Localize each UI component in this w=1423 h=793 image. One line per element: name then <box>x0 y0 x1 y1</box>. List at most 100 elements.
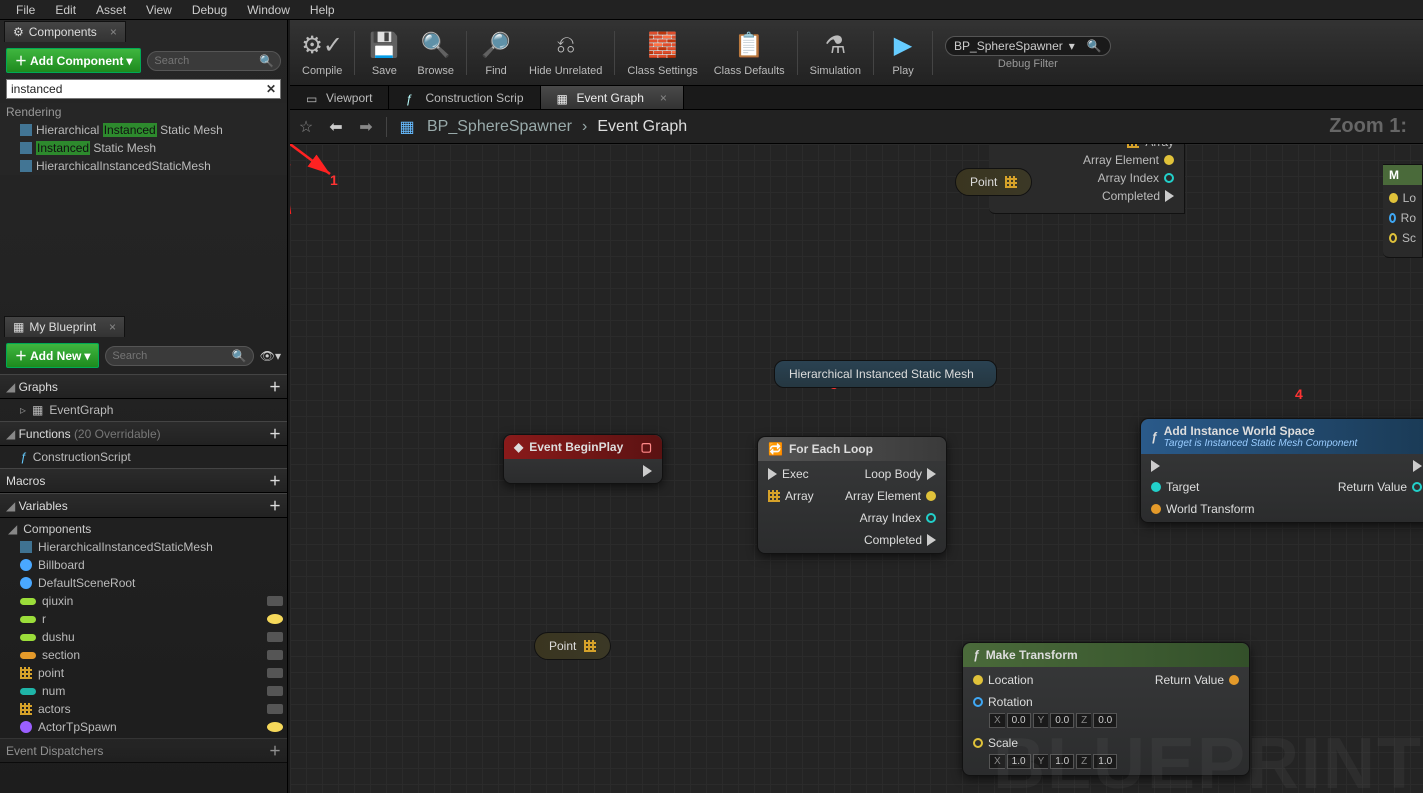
myblueprint-search-input[interactable] <box>112 350 231 362</box>
var-billboard[interactable]: Billboard <box>0 556 287 574</box>
graph-icon: ▦ <box>397 117 417 137</box>
plus-icon[interactable]: ＋ <box>269 497 281 514</box>
array-icon <box>20 703 32 715</box>
node-hism-ref[interactable]: Hierarchical Instanced Static Mesh <box>774 360 997 388</box>
find-icon: 🔎 <box>479 28 513 62</box>
play-button[interactable]: ▶Play <box>878 24 928 81</box>
graphs-section[interactable]: ◢ Graphs ＋ <box>0 374 287 399</box>
class-defaults-button[interactable]: 📋Class Defaults <box>706 24 793 81</box>
component-filter-input[interactable] <box>11 82 266 96</box>
menu-asset[interactable]: Asset <box>86 0 136 19</box>
tab-eventgraph[interactable]: ▦Event Graph× <box>541 86 684 109</box>
var-point[interactable]: point <box>0 664 287 682</box>
menu-bar[interactable]: File Edit Asset View Debug Window Help <box>0 0 1423 20</box>
hide-unrelated-button[interactable]: ⎌Hide Unrelated <box>521 24 610 81</box>
menu-edit[interactable]: Edit <box>45 0 86 19</box>
tree-eventgraph[interactable]: ▹▦EventGraph <box>0 401 287 419</box>
close-icon[interactable]: × <box>110 25 117 39</box>
toolbar: ⚙✓Compile 💾Save 🔍Browse 🔎Find ⎌Hide Unre… <box>290 20 1423 86</box>
search-icon: 🔍 <box>232 349 247 363</box>
functions-section[interactable]: ◢ Functions (20 Overridable) ＋ <box>0 421 287 446</box>
browse-icon: 🔍 <box>419 28 453 62</box>
plus-icon[interactable]: ＋ <box>269 472 281 489</box>
node-beginplay[interactable]: ◆Event BeginPlay▢ <box>503 434 663 484</box>
var-r[interactable]: r <box>0 610 287 628</box>
node-point-bottom[interactable]: Point <box>534 632 611 660</box>
close-icon[interactable]: × <box>109 320 116 334</box>
menu-window[interactable]: Window <box>237 0 300 19</box>
search-icon[interactable]: 🔍 <box>1087 39 1102 53</box>
forward-button[interactable]: ➡ <box>356 117 376 137</box>
simulation-button[interactable]: ⚗Simulation <box>802 24 869 81</box>
node-foreachloop[interactable]: 🔁For Each Loop Exec Array Loop Body Arra… <box>757 436 947 554</box>
clear-icon[interactable]: ✕ <box>266 82 276 96</box>
variables-section[interactable]: ◢ Variables ＋ <box>0 493 287 518</box>
var-hism[interactable]: HierarchicalInstancedStaticMesh <box>0 538 287 556</box>
menu-help[interactable]: Help <box>300 0 345 19</box>
macros-section[interactable]: Macros ＋ <box>0 468 287 493</box>
var-qiuxin[interactable]: qiuxin <box>0 592 287 610</box>
gear-check-icon: ⚙✓ <box>305 28 339 62</box>
menu-debug[interactable]: Debug <box>182 0 237 19</box>
chevron-down-icon: ▾ <box>126 54 132 68</box>
var-dushu[interactable]: dushu <box>0 628 287 646</box>
breadcrumb-bp[interactable]: BP_SphereSpawner <box>427 118 572 136</box>
component-filter[interactable]: ✕ <box>6 79 281 99</box>
result-hism[interactable]: Hierarchical Instanced Static Mesh <box>0 121 287 139</box>
class-settings-button[interactable]: 🧱Class Settings <box>619 24 705 81</box>
tab-construction[interactable]: ƒConstruction Scrip <box>389 86 540 109</box>
pill-icon <box>20 598 36 605</box>
tree-constructionscript[interactable]: ƒConstructionScript <box>0 448 287 466</box>
browse-button[interactable]: 🔍Browse <box>409 24 462 81</box>
plus-icon[interactable]: ＋ <box>269 742 281 759</box>
var-actors[interactable]: actors <box>0 700 287 718</box>
defaults-icon: 📋 <box>732 28 766 62</box>
components-tab[interactable]: ⚙ Components × <box>4 21 126 42</box>
graph-canvas[interactable]: 1 2 3 4 Array Array Element Array Index … <box>290 144 1423 793</box>
compile-button[interactable]: ⚙✓Compile <box>294 24 350 81</box>
mesh-icon <box>20 142 32 154</box>
function-icon: ƒ <box>405 92 419 104</box>
menu-view[interactable]: View <box>136 0 182 19</box>
array-icon <box>1127 144 1139 148</box>
find-button[interactable]: 🔎Find <box>471 24 521 81</box>
components-search[interactable]: 🔍 <box>147 51 281 71</box>
components-group[interactable]: ◢ Components <box>0 520 287 538</box>
debug-object-select[interactable]: BP_SphereSpawner▾ 🔍 <box>945 36 1111 56</box>
top-make-ghost[interactable]: M Lo Ro Sc <box>1383 164 1423 258</box>
add-component-button[interactable]: ＋ Add Component ▾ <box>6 48 141 73</box>
var-section[interactable]: section <box>0 646 287 664</box>
save-button[interactable]: 💾Save <box>359 24 409 81</box>
tab-viewport[interactable]: ▭Viewport <box>290 86 389 109</box>
var-num[interactable]: num <box>0 682 287 700</box>
result-ism[interactable]: Instanced Static Mesh <box>0 139 287 157</box>
plus-icon[interactable]: ＋ <box>269 425 281 442</box>
function-icon: ƒ <box>1151 430 1158 444</box>
myblueprint-tab-label: My Blueprint <box>29 320 96 334</box>
pill-icon <box>20 634 36 641</box>
myblueprint-search[interactable]: 🔍 <box>105 346 253 366</box>
close-icon[interactable]: × <box>660 91 667 105</box>
plus-icon: ＋ <box>15 347 27 364</box>
node-addinstance[interactable]: ƒ Add Instance World Space Target is Ins… <box>1140 418 1423 523</box>
var-actortospawn[interactable]: ActorTpSpawn <box>0 718 287 736</box>
favorite-icon[interactable]: ☆ <box>296 117 316 137</box>
plus-icon[interactable]: ＋ <box>269 378 281 395</box>
node-point-top[interactable]: Point <box>955 168 1032 196</box>
components-search-input[interactable] <box>154 55 259 67</box>
result-hism-inst[interactable]: HierarchicalInstancedStaticMesh <box>0 157 287 175</box>
simulation-icon: ⚗ <box>818 28 852 62</box>
eye-icon[interactable] <box>267 722 283 732</box>
breadcrumb-graph[interactable]: Event Graph <box>597 118 687 136</box>
loop-icon: 🔁 <box>768 442 783 456</box>
menu-file[interactable]: File <box>6 0 45 19</box>
eye-icon[interactable] <box>267 614 283 624</box>
var-defaultroot[interactable]: DefaultSceneRoot <box>0 574 287 592</box>
back-button[interactable]: ⬅ <box>326 117 346 137</box>
zoom-label: Zoom 1: <box>1329 115 1417 138</box>
dispatchers-section[interactable]: Event Dispatchers ＋ <box>0 738 287 763</box>
add-new-button[interactable]: ＋ Add New ▾ <box>6 343 99 368</box>
myblueprint-tab[interactable]: ▦ My Blueprint × <box>4 316 125 337</box>
function-icon: ƒ <box>973 648 980 662</box>
eye-icon[interactable]: 👁▾ <box>260 349 281 363</box>
